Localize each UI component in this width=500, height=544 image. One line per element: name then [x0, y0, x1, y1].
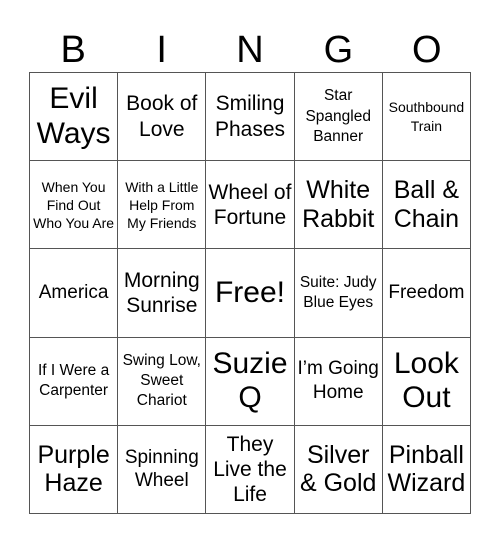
bingo-cell[interactable]: Purple Haze	[30, 425, 119, 514]
bingo-grid: Evil Ways Book of Love Smiling Phases St…	[29, 72, 471, 514]
header-letter-i: I	[156, 29, 167, 71]
bingo-cell[interactable]: Book of Love	[118, 73, 207, 162]
bingo-cell[interactable]: They Live the Life	[206, 425, 295, 514]
header-letter-n: N	[236, 29, 264, 71]
bingo-cell[interactable]: Southbound Train	[382, 73, 471, 162]
bingo-cell[interactable]: Pinball Wizard	[382, 425, 471, 514]
bingo-cell[interactable]: America	[30, 249, 119, 338]
bingo-cell[interactable]: I’m Going Home	[294, 337, 383, 426]
bingo-cell[interactable]: Look Out	[382, 337, 471, 426]
bingo-cell[interactable]: With a Little Help From My Friends	[118, 161, 207, 250]
bingo-cell[interactable]: Suzie Q	[206, 337, 295, 426]
bingo-cell[interactable]: Silver & Gold	[294, 425, 383, 514]
bingo-cell[interactable]: If I Were a Carpenter	[30, 337, 119, 426]
bingo-cell[interactable]: Wheel of Fortune	[206, 161, 295, 250]
bingo-cell[interactable]: Star Spangled Banner	[294, 73, 383, 162]
bingo-cell[interactable]: Evil Ways	[30, 73, 119, 162]
bingo-cell[interactable]: Swing Low, Sweet Chariot	[118, 337, 207, 426]
bingo-cell[interactable]: Suite: Judy Blue Eyes	[294, 249, 383, 338]
bingo-cell[interactable]: Ball & Chain	[382, 161, 471, 250]
header-letter-g: G	[323, 29, 354, 71]
header-letter-b: B	[60, 29, 86, 71]
bingo-cell[interactable]: Spinning Wheel	[118, 425, 207, 514]
free-space[interactable]: Free!	[206, 249, 295, 338]
bingo-cell[interactable]: When You Find Out Who You Are	[30, 161, 119, 250]
bingo-cell[interactable]: Freedom	[382, 249, 471, 338]
header-letter-o: O	[412, 29, 442, 71]
bingo-cell[interactable]: Morning Sunrise	[118, 249, 207, 338]
bingo-header: B I N G O	[29, 28, 471, 72]
bingo-cell[interactable]: White Rabbit	[294, 161, 383, 250]
bingo-cell[interactable]: Smiling Phases	[206, 73, 295, 162]
